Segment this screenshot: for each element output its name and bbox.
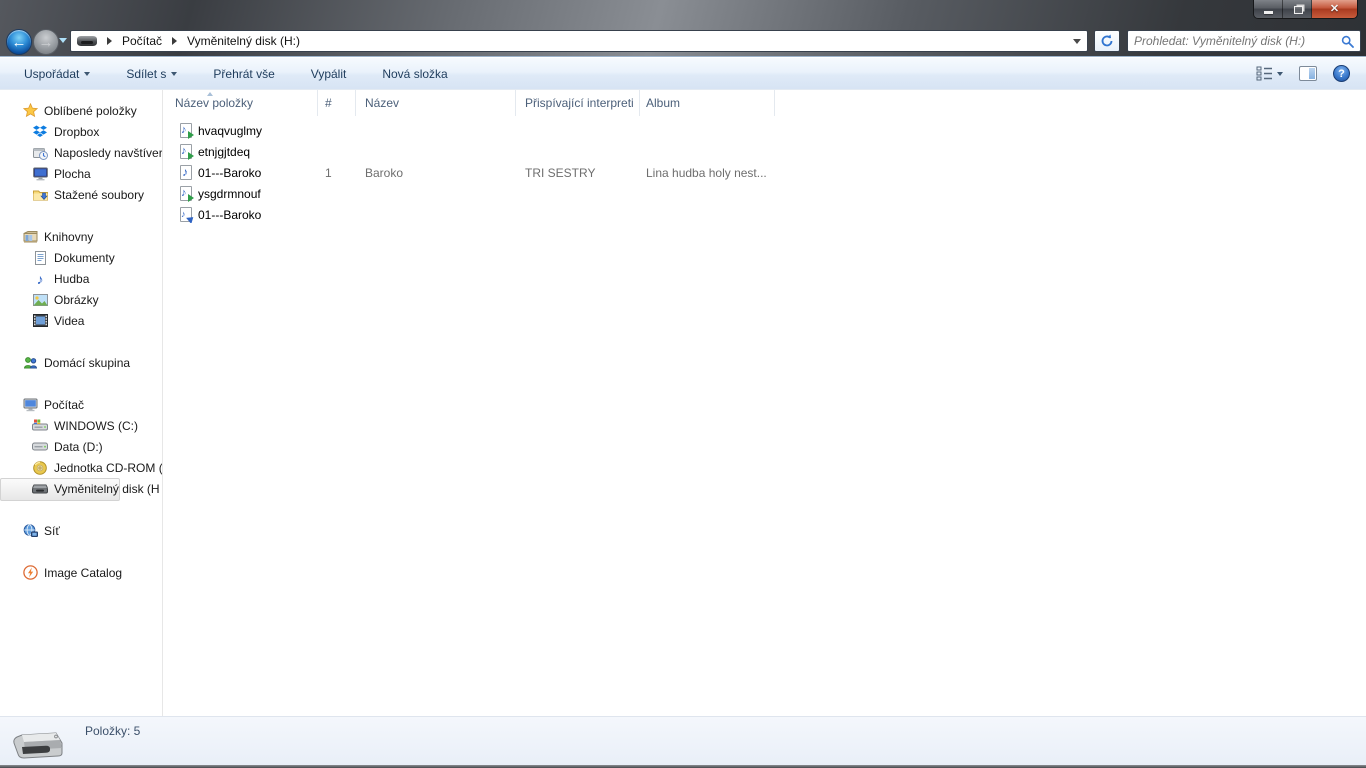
breadcrumb-arrow-icon[interactable] — [172, 37, 178, 45]
computer-icon — [22, 397, 38, 413]
film-strip-icon — [32, 313, 48, 329]
table-row[interactable]: ♪ etnjgjtdeq — [163, 141, 1366, 162]
column-headers: Název položky # Název Přispívající inter… — [163, 90, 1366, 116]
back-arrow-icon: ← — [11, 33, 27, 51]
column-header-name[interactable]: Název položky — [163, 90, 318, 116]
table-row[interactable]: ♪ 01---Baroko — [163, 204, 1366, 225]
navigation-pane: Oblíbené položky Dropbox Naposledy navšt… — [0, 90, 163, 716]
table-row[interactable]: ♪ hvaqvuglmy — [163, 120, 1366, 141]
star-icon — [22, 103, 38, 119]
preview-pane-button[interactable] — [1299, 66, 1317, 81]
search-icon[interactable] — [1341, 35, 1354, 48]
audio-file-icon: ♪ — [178, 164, 194, 181]
views-list-icon — [1256, 66, 1272, 81]
window-controls: ✕ — [1253, 0, 1358, 19]
help-button[interactable]: ? — [1333, 65, 1350, 82]
sidebar-item-computer[interactable]: Počítač — [0, 394, 162, 415]
sidebar-item-cdrom-drive[interactable]: Jednotka CD-ROM ( — [0, 457, 162, 478]
playlist-file-icon: ♪ — [178, 143, 194, 160]
desktop-icon — [32, 166, 48, 182]
column-header-title[interactable]: Název — [356, 90, 516, 116]
document-icon — [32, 250, 48, 266]
restore-button[interactable] — [1283, 0, 1312, 18]
picture-icon — [32, 292, 48, 308]
organize-button[interactable]: Uspořádat — [18, 63, 96, 85]
file-list-pane: Název položky # Název Přispívající inter… — [163, 90, 1366, 716]
sidebar-item-drive-d[interactable]: Data (D:) — [0, 436, 162, 457]
windows-drive-icon — [32, 418, 48, 434]
dropbox-icon — [32, 124, 48, 140]
sidebar-item-libraries[interactable]: Knihovny — [0, 226, 162, 247]
music-note-icon: ♪ — [36, 270, 44, 287]
removable-drive-large-icon — [13, 732, 63, 759]
sidebar-item-removable-disk[interactable]: Vyměnitelný disk (H — [0, 478, 162, 501]
sidebar-item-videos[interactable]: Videa — [0, 310, 162, 331]
downloads-folder-icon — [32, 187, 48, 203]
breadcrumb-arrow-icon[interactable] — [107, 37, 112, 45]
sidebar-item-downloads[interactable]: Stažené soubory — [0, 184, 162, 205]
details-pane: Položky: 5 — [0, 716, 1366, 765]
column-header-blank — [775, 90, 1366, 116]
address-dropdown-icon[interactable] — [1073, 38, 1081, 44]
forward-arrow-icon: → — [38, 33, 54, 51]
refresh-button[interactable] — [1094, 30, 1120, 52]
removable-drive-icon — [32, 481, 48, 497]
back-button[interactable]: ← — [6, 29, 32, 55]
sidebar-item-dropbox[interactable]: Dropbox — [0, 121, 162, 142]
forward-button[interactable]: → — [33, 29, 59, 55]
new-folder-button[interactable]: Nová složka — [376, 63, 453, 85]
sidebar-item-network[interactable]: Síť — [0, 520, 162, 541]
column-header-artists[interactable]: Přispívající interpreti — [516, 90, 640, 116]
playlist-file-icon: ♪ — [178, 185, 194, 202]
address-bar[interactable]: Počítač Vyměnitelný disk (H:) — [70, 30, 1088, 52]
minimize-button[interactable] — [1254, 0, 1283, 18]
sidebar-item-music[interactable]: ♪ Hudba — [0, 268, 162, 289]
question-mark-icon: ? — [1338, 67, 1345, 80]
command-toolbar: Uspořádat Sdílet s Přehrát vše Vypálit N… — [0, 58, 1366, 90]
hard-drive-icon — [32, 439, 48, 455]
sidebar-item-pictures[interactable]: Obrázky — [0, 289, 162, 310]
sidebar-item-documents[interactable]: Dokumenty — [0, 247, 162, 268]
close-button[interactable]: ✕ — [1312, 0, 1357, 18]
sort-ascending-icon — [207, 92, 213, 96]
playlist-shortcut-icon: ♪ — [178, 206, 196, 223]
column-header-album[interactable]: Album — [640, 90, 775, 116]
breadcrumb-current-location[interactable]: Vyměnitelný disk (H:) — [185, 33, 302, 49]
sidebar-item-image-catalog[interactable]: Image Catalog — [0, 562, 162, 583]
status-item-count: Položky: 5 — [85, 724, 141, 738]
chevron-down-icon — [84, 71, 91, 76]
sidebar-item-drive-c[interactable]: WINDOWS (C:) — [0, 415, 162, 436]
close-icon: ✕ — [1329, 2, 1340, 15]
refresh-icon — [1101, 34, 1113, 47]
search-input[interactable] — [1134, 34, 1341, 48]
burn-button[interactable]: Vypálit — [305, 63, 353, 85]
change-view-button[interactable] — [1256, 66, 1283, 81]
recent-pages-chevron-icon[interactable] — [59, 38, 67, 43]
sidebar-item-recent-places[interactable]: Naposledy navštíver — [0, 142, 162, 163]
table-row[interactable]: ♪ 01---Baroko 1 Baroko TRI SESTRY Lina h… — [163, 162, 1366, 183]
play-all-button[interactable]: Přehrát vše — [207, 63, 280, 85]
recent-places-icon — [32, 145, 48, 161]
search-box — [1127, 30, 1361, 52]
sidebar-item-desktop[interactable]: Plocha — [0, 163, 162, 184]
share-with-button[interactable]: Sdílet s — [120, 63, 183, 85]
restore-icon — [1293, 6, 1303, 14]
sidebar-item-homegroup[interactable]: Domácí skupina — [0, 352, 162, 373]
table-row[interactable]: ♪ ysgdrmnouf — [163, 183, 1366, 204]
sidebar-item-favorites[interactable]: Oblíbené položky — [0, 100, 162, 121]
homegroup-icon — [22, 355, 38, 371]
libraries-icon — [22, 229, 38, 245]
removable-drive-icon — [77, 36, 97, 46]
playlist-file-icon: ♪ — [178, 122, 194, 139]
network-icon — [22, 523, 38, 539]
chevron-down-icon — [1277, 71, 1283, 76]
minimize-icon — [1263, 10, 1273, 14]
lightning-bolt-icon — [22, 565, 38, 581]
column-header-number[interactable]: # — [318, 90, 356, 116]
chevron-down-icon — [171, 71, 178, 76]
cd-rom-icon — [32, 460, 48, 476]
breadcrumb-computer[interactable]: Počítač — [120, 33, 164, 49]
title-bar: ✕ ← → Počítač Vyměnitelný disk (H:) — [0, 0, 1366, 57]
